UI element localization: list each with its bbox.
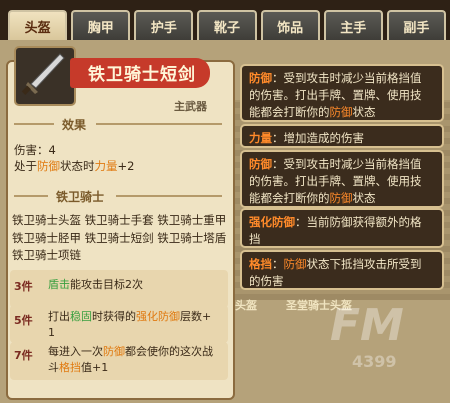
tooltip-defense-2-keyword: 防御: [249, 157, 272, 171]
set-bonus-3-tier: 3件: [14, 280, 33, 293]
stat-prefix: 处于: [14, 159, 37, 173]
set-bonus-5-line2: 1: [48, 326, 55, 339]
set-item-list: 铁卫骑士头盔 铁卫骑士手套 铁卫骑士重甲 铁卫骑士胫甲 铁卫骑士短剑 铁卫骑士塔…: [12, 212, 228, 265]
defense-strength-stat: 处于防御状态时力量+2: [14, 158, 134, 174]
effect-header: 效果: [62, 118, 87, 132]
tooltip-strength-keyword: 力量: [249, 131, 272, 145]
set-bonus-3-desc: 能攻击目标2次: [70, 278, 143, 291]
set-bonus-7-pre: 每进入一次: [48, 345, 103, 358]
tooltip-defense-2-line3: 能都会打断你的: [249, 191, 330, 205]
tooltip-defense-2-line2: 的伤害。打出手牌、置牌、使用技: [249, 174, 422, 188]
tooltip-block-line2: 的伤害: [249, 274, 284, 288]
tooltip-defense-2-line1: ：受到攻击时减少当前格挡值: [272, 157, 422, 171]
tab-boots[interactable]: 靴子: [197, 10, 257, 40]
set-divider-left: [14, 195, 48, 197]
tab-chest[interactable]: 胸甲: [71, 10, 131, 40]
tab-accessory[interactable]: 饰品: [260, 10, 320, 40]
effect-divider-left: [14, 123, 54, 125]
effect-divider-right: [96, 123, 222, 125]
set-bonus-7-mid: 都会使你的这次战: [125, 345, 213, 358]
tooltip-defense-1-keyword2: 防御: [329, 105, 353, 119]
tab-gloves[interactable]: 护手: [134, 10, 194, 40]
keyword-steady[interactable]: 稳固: [70, 310, 92, 323]
set-bonus-5-text: 打出稳固时获得的强化防御层数+ 1: [48, 309, 211, 341]
keyword-block[interactable]: 格挡: [59, 361, 81, 374]
set-bonus-7-l2post: 值+1: [81, 361, 109, 374]
set-items-line2: 铁卫骑士胫甲 铁卫骑士短剑 铁卫骑士塔盾: [12, 230, 227, 245]
stat-value: +2: [117, 159, 135, 173]
tooltip-defense-1: 防御：受到攻击时减少当前格挡值 的伤害。打出手牌、置牌、使用技 能都会打断你的防…: [240, 64, 444, 122]
tooltip-strength-text: ：增加造成的伤害: [272, 131, 364, 145]
item-name: 铁卫骑士短剑: [88, 65, 196, 85]
keyword-defense[interactable]: 防御: [103, 345, 125, 358]
tooltip-enhanced-defense-keyword: 强化防御: [249, 215, 295, 229]
set-bonus-3-text: 盾击能攻击目标2次: [48, 277, 143, 293]
tooltip-defense-1-line3-end: 状态: [352, 105, 376, 119]
equipment-tab-bar: 头盔 胸甲 护手 靴子 饰品 主手 副手: [0, 0, 450, 40]
tooltip-enhanced-defense-line1: ：当前防御获得额外的格: [295, 215, 422, 229]
keyword-shield-bash[interactable]: 盾击: [48, 278, 70, 291]
item-slot-type: 主武器: [174, 100, 207, 113]
set-divider-right: [116, 195, 222, 197]
tooltip-enhanced-defense-line2: 挡: [249, 232, 261, 246]
stat-mid: 状态时: [60, 159, 95, 173]
tooltip-enhanced-defense: 强化防御：当前防御获得额外的格 挡: [240, 208, 444, 248]
watermark-logo: FM: [330, 300, 404, 351]
tooltip-defense-1-line3: 能都会打断你的: [249, 105, 330, 119]
tab-off-hand[interactable]: 副手: [386, 10, 446, 40]
tooltip-block-keyword2: 防御: [283, 257, 307, 271]
tooltip-block-colon: ：: [272, 257, 284, 271]
stat-keyword-defense[interactable]: 防御: [37, 159, 60, 173]
tooltip-strength: 力量：增加造成的伤害: [240, 124, 444, 148]
tooltip-block: 格挡：防御状态下抵挡攻击所受到 的伤害: [240, 250, 444, 290]
tooltip-defense-1-line1: ：受到攻击时减少当前格挡值: [272, 71, 422, 85]
short-sword-icon: [14, 46, 76, 106]
tooltip-defense-2-keyword2: 防御: [329, 191, 353, 205]
tab-main-hand[interactable]: 主手: [323, 10, 383, 40]
tooltip-block-line1: 状态下抵挡攻击所受到: [306, 257, 422, 271]
tooltip-defense-2: 防御：受到攻击时减少当前格挡值 的伤害。打出手牌、置牌、使用技 能都会打断你的防…: [240, 150, 444, 208]
tooltip-defense-1-line2: 的伤害。打出手牌、置牌、使用技: [249, 88, 422, 102]
set-bonus-5-post: 层数+: [180, 310, 212, 323]
set-bonus-7-l2pre: 斗: [48, 361, 59, 374]
set-bonus-5-pre: 打出: [48, 310, 70, 323]
damage-stat: 伤害：4: [14, 143, 56, 157]
set-bonus-5-tier: 5件: [14, 314, 33, 327]
keyword-enhanced-defense[interactable]: 强化防御: [136, 310, 180, 323]
set-items-line3: 铁卫骑士项链: [12, 248, 81, 262]
set-bonus-5-mid: 时获得的: [92, 310, 136, 323]
tooltip-defense-2-line3-end: 状态: [352, 191, 376, 205]
set-header: 铁卫骑士: [56, 190, 105, 204]
set-items-line1: 铁卫骑士头盔 铁卫骑士手套 铁卫骑士重甲: [12, 213, 227, 227]
set-bonus-7-tier: 7件: [14, 349, 33, 362]
equipment-label-helmet[interactable]: 头盔: [235, 297, 257, 313]
set-bonus-7-text: 每进入一次防御都会使你的这次战 斗格挡值+1: [48, 344, 213, 376]
short-sword-icon-graphic: [21, 53, 65, 95]
tooltip-defense-1-keyword: 防御: [249, 71, 272, 85]
tab-helmet[interactable]: 头盔: [8, 10, 68, 40]
watermark-number: 4399: [352, 352, 397, 371]
tooltip-block-keyword: 格挡: [249, 257, 272, 271]
stat-keyword-strength[interactable]: 力量: [95, 159, 118, 173]
